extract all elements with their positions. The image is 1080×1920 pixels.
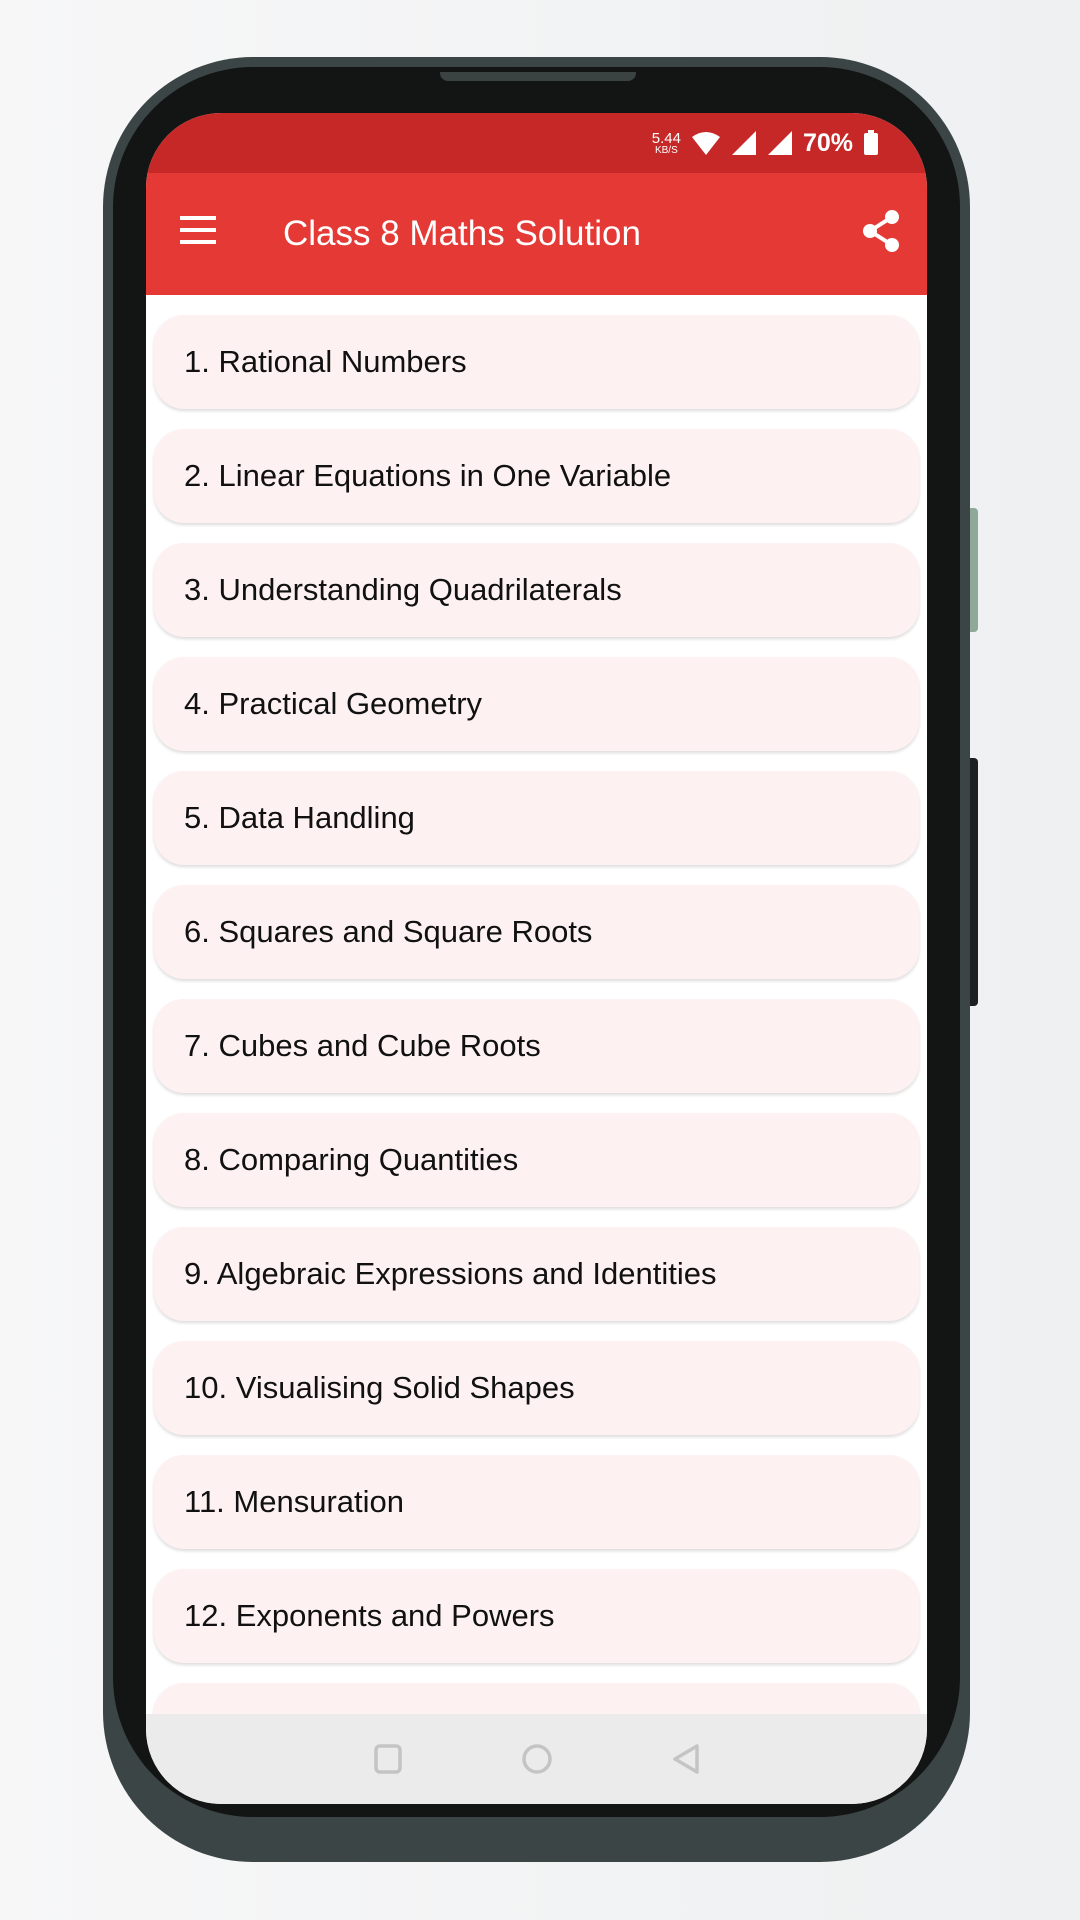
app-bar: Class 8 Maths Solution [146, 173, 927, 295]
list-item[interactable]: 7. Cubes and Cube Roots [154, 999, 919, 1093]
list-item[interactable]: 3. Understanding Quadrilaterals [154, 543, 919, 637]
signal-icon [731, 131, 756, 155]
screen: 5.44 KB/S 70% Class 8 Maths Solution 1. … [146, 113, 927, 1804]
wifi-icon [691, 132, 720, 155]
list-item[interactable]: 4. Practical Geometry [154, 657, 919, 751]
status-bar: 5.44 KB/S 70% [146, 113, 927, 173]
list-item[interactable]: 12. Exponents and Powers [154, 1569, 919, 1663]
speaker [440, 72, 636, 81]
list-item[interactable]: 8. Comparing Quantities [154, 1113, 919, 1207]
list-item[interactable]: 6. Squares and Square Roots [154, 885, 919, 979]
back-icon[interactable] [671, 1743, 701, 1775]
volume-button [970, 508, 978, 632]
power-button [970, 758, 978, 1006]
page-title: Class 8 Maths Solution [283, 214, 641, 253]
recents-icon[interactable] [373, 1743, 403, 1775]
network-speed: 5.44 KB/S [651, 129, 681, 156]
signal-icon [767, 131, 792, 155]
navigation-bar [146, 1714, 927, 1804]
list-item[interactable]: 1. Rational Numbers [154, 315, 919, 409]
share-icon[interactable] [861, 209, 901, 253]
battery-icon [864, 130, 878, 155]
hamburger-menu-icon[interactable] [180, 216, 216, 244]
battery-percent: 70% [802, 128, 853, 157]
list-item[interactable]: 2. Linear Equations in One Variable [154, 429, 919, 523]
list-item[interactable]: 11. Mensuration [154, 1455, 919, 1549]
chapter-list: 1. Rational Numbers 2. Linear Equations … [154, 315, 919, 1797]
list-item[interactable]: 10. Visualising Solid Shapes [154, 1341, 919, 1435]
list-item[interactable]: 5. Data Handling [154, 771, 919, 865]
list-item[interactable]: 9. Algebraic Expressions and Identities [154, 1227, 919, 1321]
home-icon[interactable] [521, 1743, 553, 1775]
